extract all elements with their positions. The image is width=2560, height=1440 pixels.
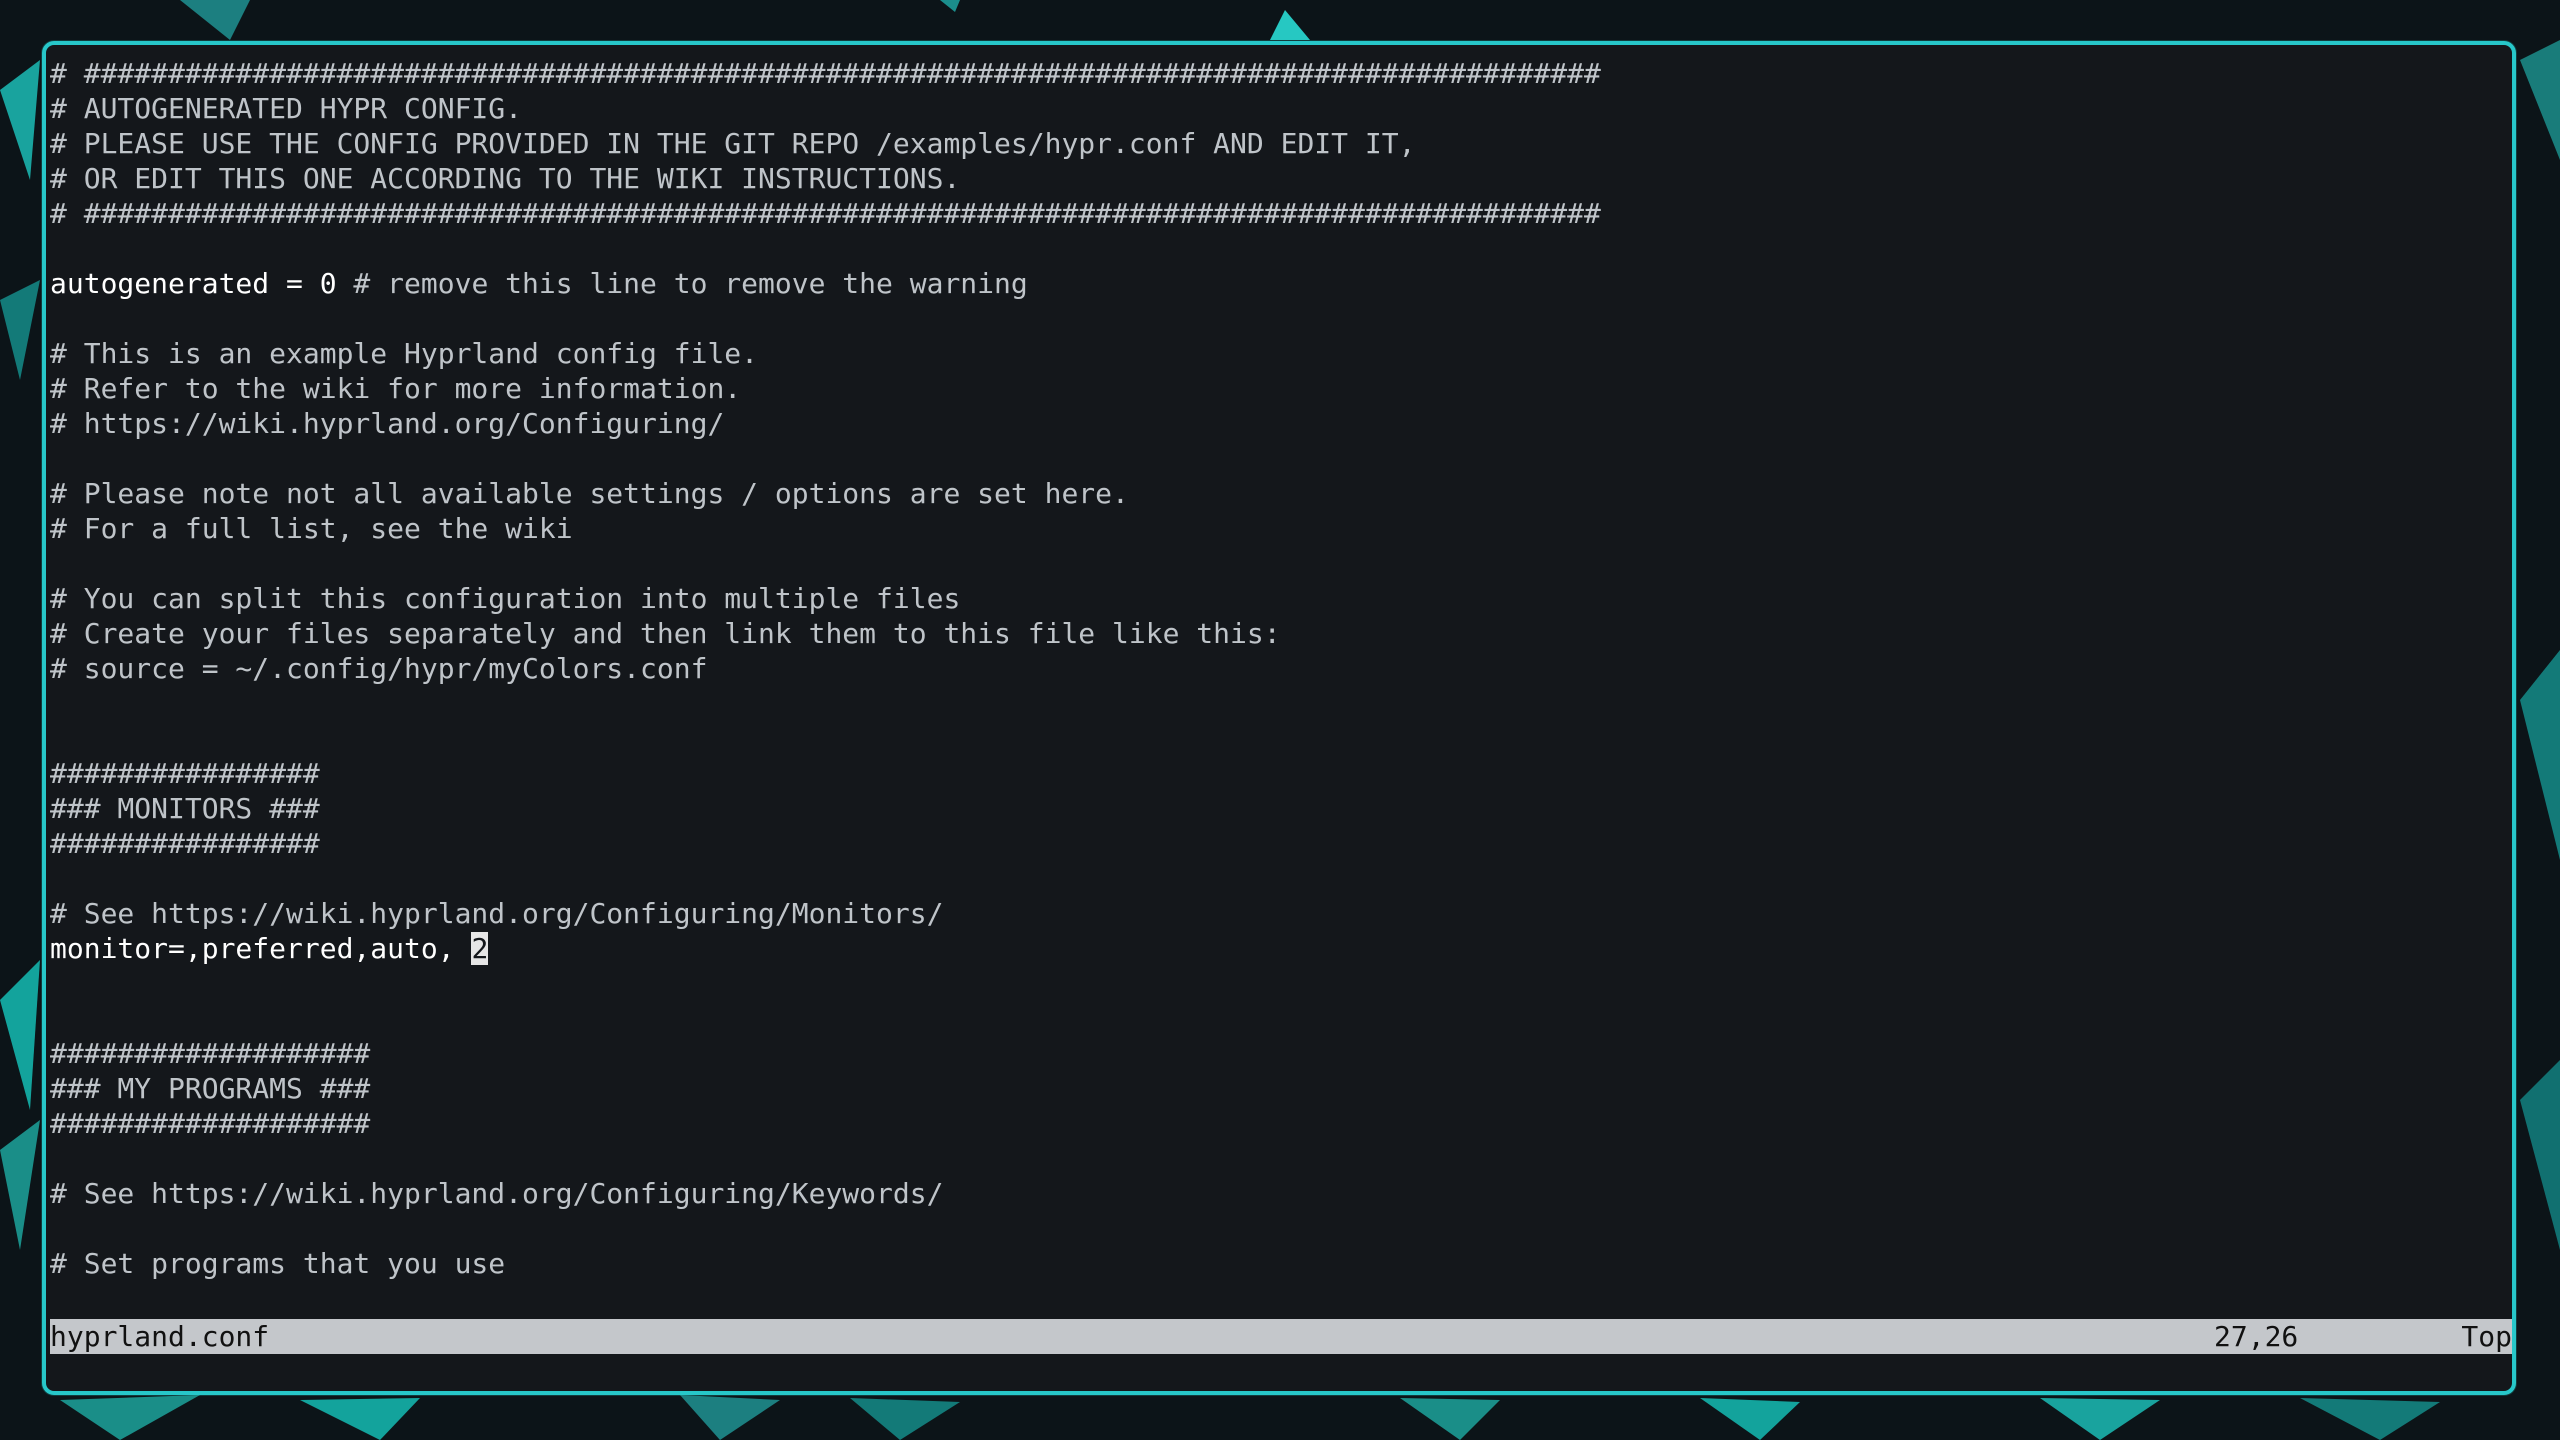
editor-line[interactable]: # This is an example Hyprland config fil… — [50, 336, 2510, 371]
editor-line[interactable]: # Refer to the wiki for more information… — [50, 371, 2510, 406]
editor-line[interactable] — [50, 1001, 2510, 1036]
line-comment: # remove this line to remove the warning — [336, 267, 1028, 300]
editor-line[interactable]: # Set programs that you use — [50, 1246, 2510, 1281]
editor-line[interactable]: # For a full list, see the wiki — [50, 511, 2510, 546]
line-text: # ######################################… — [50, 57, 1601, 90]
editor-line[interactable]: monitor=,preferred,auto, 2 — [50, 931, 2510, 966]
line-text: ################### — [50, 1037, 371, 1070]
editor-line[interactable] — [50, 686, 2510, 721]
status-cursor-position: 27,26 — [2214, 1320, 2299, 1353]
editor-line[interactable]: # OR EDIT THIS ONE ACCORDING TO THE WIKI… — [50, 161, 2510, 196]
editor-line[interactable] — [50, 721, 2510, 756]
editor-line[interactable]: # See https://wiki.hyprland.org/Configur… — [50, 1176, 2510, 1211]
editor-line[interactable]: # Please note not all available settings… — [50, 476, 2510, 511]
editor-line[interactable] — [50, 966, 2510, 1001]
editor-line[interactable] — [50, 546, 2510, 581]
editor-line[interactable]: # Create your files separately and then … — [50, 616, 2510, 651]
line-text: # This is an example Hyprland config fil… — [50, 337, 759, 370]
editor-line[interactable]: ################### — [50, 1036, 2510, 1071]
editor-line[interactable]: # PLEASE USE THE CONFIG PROVIDED IN THE … — [50, 126, 2510, 161]
line-text: ################ — [50, 757, 320, 790]
terminal-window[interactable]: # ######################################… — [42, 41, 2516, 1395]
editor-line[interactable]: # AUTOGENERATED HYPR CONFIG. — [50, 91, 2510, 126]
editor-line[interactable] — [50, 301, 2510, 336]
editor-line[interactable]: # You can split this configuration into … — [50, 581, 2510, 616]
line-text: # Set programs that you use — [50, 1247, 506, 1280]
text-cursor: 2 — [471, 932, 489, 965]
editor-line[interactable]: ################### — [50, 1106, 2510, 1141]
editor-line[interactable]: # See https://wiki.hyprland.org/Configur… — [50, 896, 2510, 931]
status-scroll-position: Top — [2461, 1320, 2512, 1353]
line-text: # https://wiki.hyprland.org/Configuring/ — [50, 407, 725, 440]
line-text: # source = ~/.config/hypr/myColors.conf — [50, 652, 708, 685]
line-text: monitor=,preferred,auto, — [50, 932, 472, 965]
line-text: # AUTOGENERATED HYPR CONFIG. — [50, 92, 523, 125]
line-text: # ######################################… — [50, 197, 1601, 230]
line-text: # Please note not all available settings… — [50, 477, 1129, 510]
editor-line[interactable]: ### MONITORS ### — [50, 791, 2510, 826]
line-text: # See https://wiki.hyprland.org/Configur… — [50, 1177, 944, 1210]
line-text: ################### — [50, 1107, 371, 1140]
editor-line[interactable]: # ######################################… — [50, 196, 2510, 231]
line-text: # OR EDIT THIS ONE ACCORDING TO THE WIKI… — [50, 162, 961, 195]
line-text: # See https://wiki.hyprland.org/Configur… — [50, 897, 944, 930]
line-text: # PLEASE USE THE CONFIG PROVIDED IN THE … — [50, 127, 1416, 160]
line-text: # Create your files separately and then … — [50, 617, 1281, 650]
editor-line[interactable]: # ######################################… — [50, 56, 2510, 91]
editor-line[interactable]: # https://wiki.hyprland.org/Configuring/ — [50, 406, 2510, 441]
line-text: ### MY PROGRAMS ### — [50, 1072, 371, 1105]
line-text: autogenerated = 0 — [50, 267, 337, 300]
line-text: ################ — [50, 827, 320, 860]
editor-line[interactable] — [50, 1211, 2510, 1246]
status-filename: hyprland.conf — [50, 1320, 270, 1353]
editor-line[interactable]: autogenerated = 0 # remove this line to … — [50, 266, 2510, 301]
editor-line[interactable]: # source = ~/.config/hypr/myColors.conf — [50, 651, 2510, 686]
editor-line[interactable] — [50, 1141, 2510, 1176]
line-text: # For a full list, see the wiki — [50, 512, 573, 545]
line-text: ### MONITORS ### — [50, 792, 320, 825]
editor-line[interactable]: ################ — [50, 826, 2510, 861]
line-text: # Refer to the wiki for more information… — [50, 372, 742, 405]
vim-editor-buffer[interactable]: # ######################################… — [50, 56, 2510, 1358]
editor-line[interactable] — [50, 441, 2510, 476]
editor-line[interactable] — [50, 861, 2510, 896]
editor-line[interactable]: ### MY PROGRAMS ### — [50, 1071, 2510, 1106]
editor-line[interactable] — [50, 231, 2510, 266]
editor-line[interactable]: ################ — [50, 756, 2510, 791]
line-text: # You can split this configuration into … — [50, 582, 961, 615]
vim-status-bar: hyprland.conf 27,26 Top — [50, 1319, 2512, 1354]
